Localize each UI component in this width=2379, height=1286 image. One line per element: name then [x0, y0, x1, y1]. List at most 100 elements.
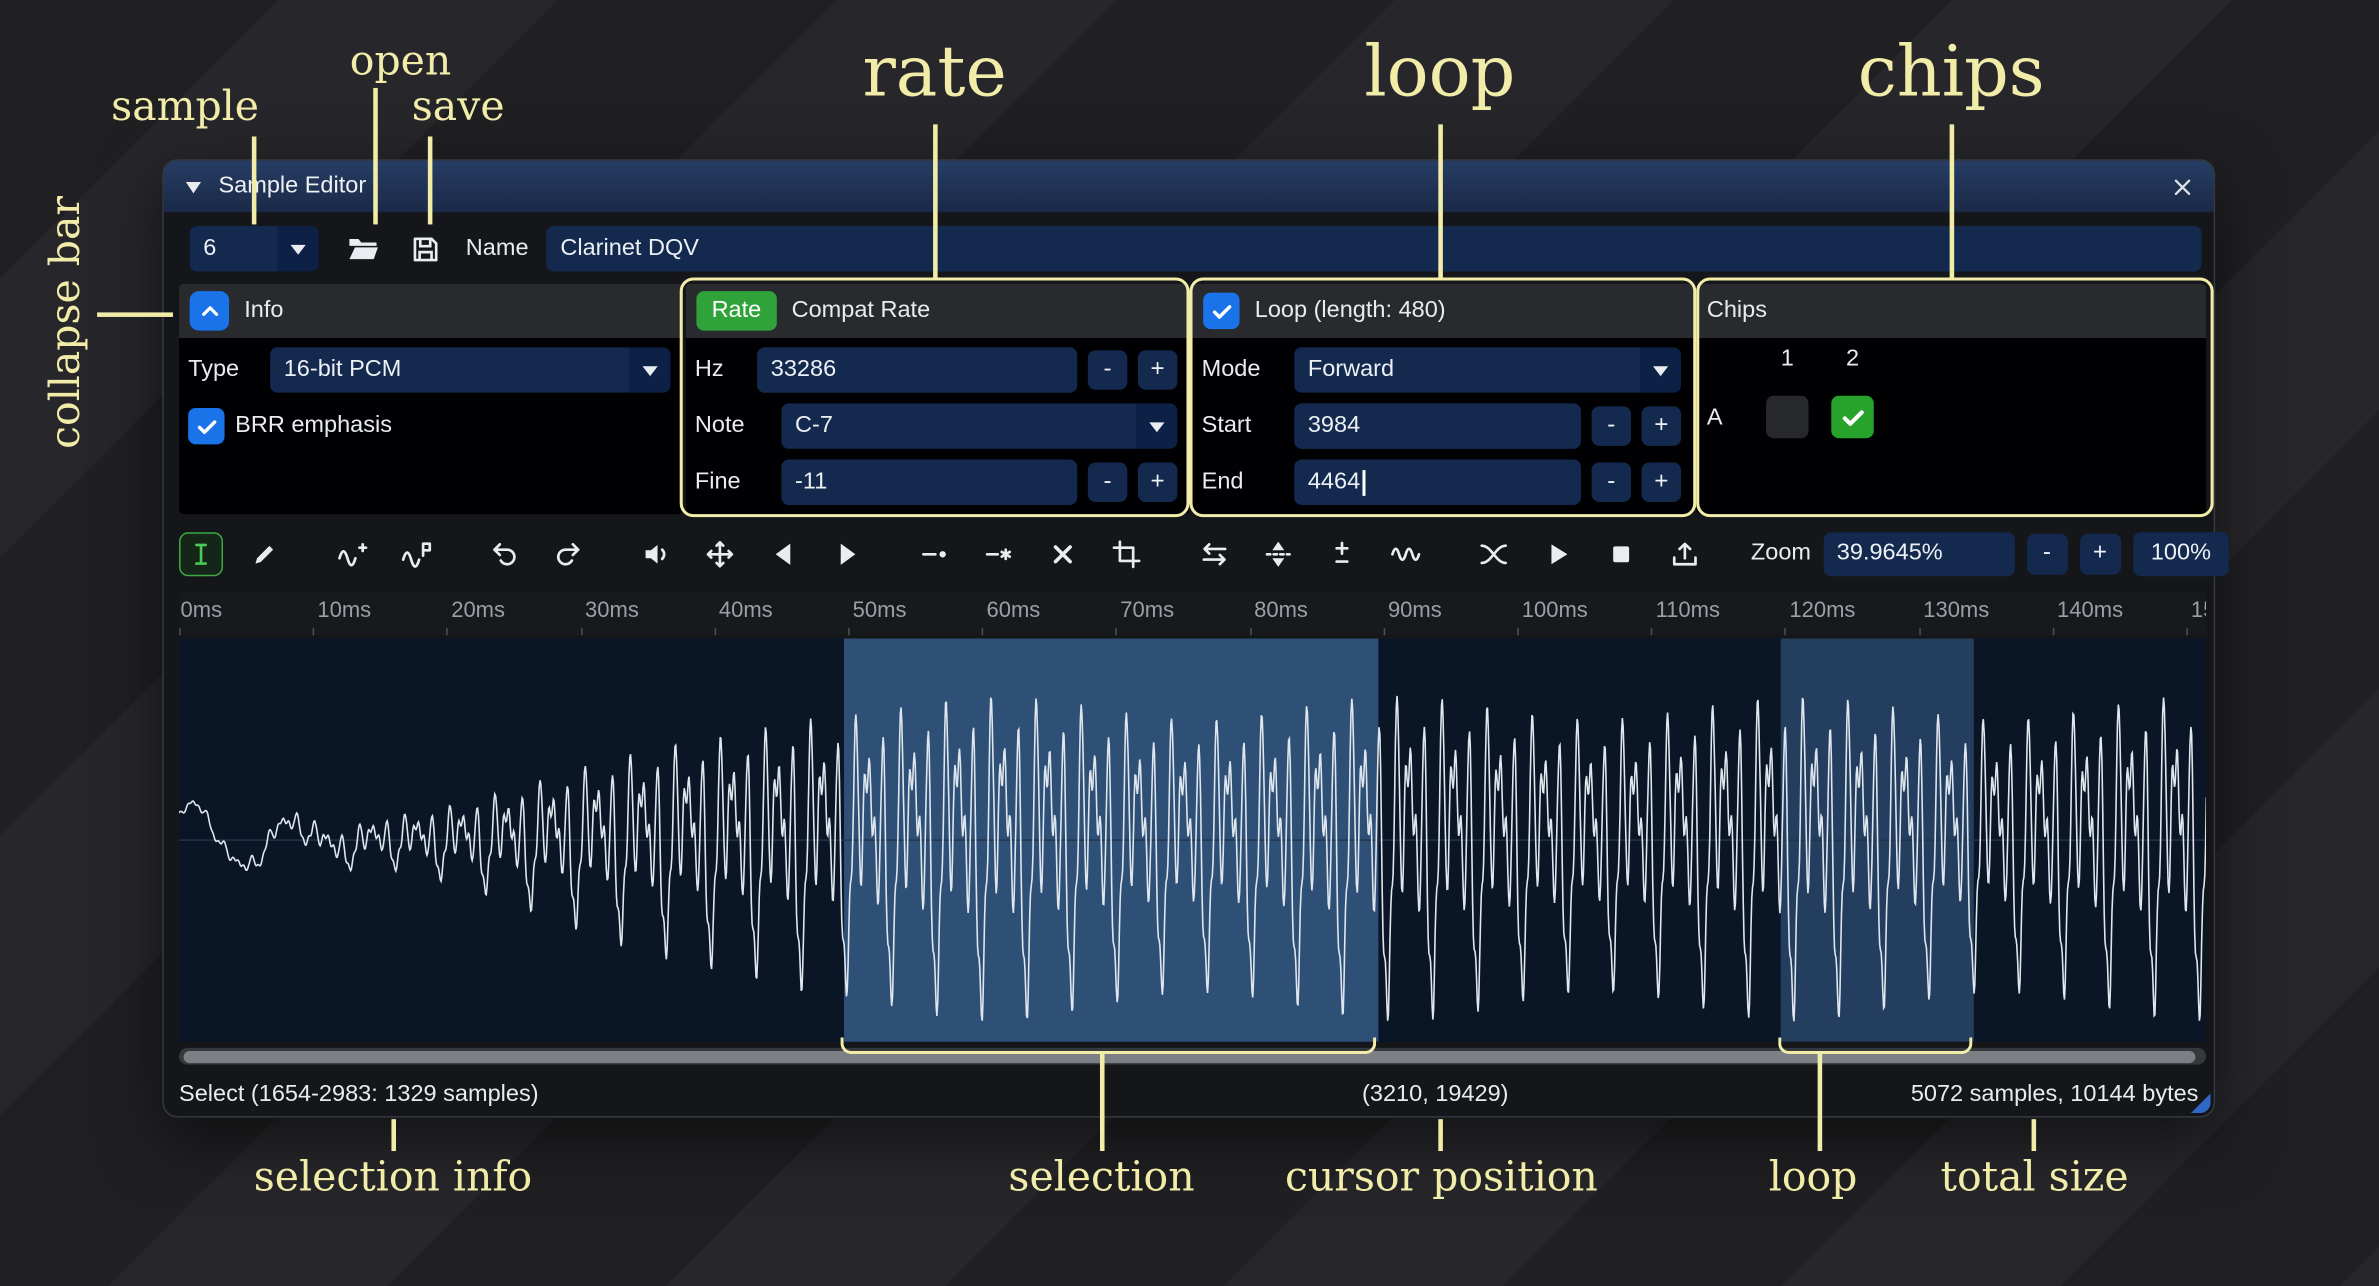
collapse-window-icon[interactable]: [184, 178, 204, 195]
swap-arrows-icon: [1199, 538, 1231, 570]
normalize-button[interactable]: [698, 532, 742, 576]
waveform-scrollbar[interactable]: [179, 1048, 2206, 1065]
annotation-chips-label: chips: [1858, 30, 2045, 112]
type-select-arrow[interactable]: [630, 347, 671, 392]
loop-end-decrement-button[interactable]: -: [1592, 463, 1631, 502]
scrollbar-handle[interactable]: [184, 1050, 2196, 1062]
loop-end-input[interactable]: 4464: [1294, 460, 1581, 505]
undo-icon: [489, 538, 521, 570]
loop-enable-checkbox[interactable]: [1203, 293, 1239, 329]
select-tool-button[interactable]: [179, 532, 223, 576]
close-button[interactable]: [2171, 175, 2194, 198]
ruler-label: 20ms: [451, 599, 505, 623]
draw-tool-button[interactable]: [243, 532, 287, 576]
chip-column-label: 1: [1766, 346, 1808, 373]
annotation-selection-info-label: selection info: [254, 1154, 533, 1201]
time-ruler[interactable]: 0ms10ms20ms30ms40ms50ms60ms70ms80ms90ms1…: [179, 593, 2206, 635]
loop-end-value: 4464: [1308, 469, 1360, 496]
trim-button[interactable]: [1105, 532, 1149, 576]
brr-emphasis-checkbox[interactable]: [188, 408, 224, 444]
insert-silence-button[interactable]: [913, 532, 957, 576]
ruler-tick: [2052, 628, 2054, 636]
crossfade-button[interactable]: [1472, 532, 1516, 576]
collapse-info-button[interactable]: [190, 291, 229, 330]
zoom-reset-button[interactable]: 100%: [2133, 532, 2230, 576]
reverse-button[interactable]: [1193, 532, 1237, 576]
x-icon: [1047, 538, 1079, 570]
annotation-collapse-bar-label: collapse bar: [42, 196, 89, 449]
note-select-arrow[interactable]: [1136, 403, 1177, 448]
hz-increment-button[interactable]: +: [1138, 350, 1177, 389]
resample-button[interactable]: [394, 532, 438, 576]
titlebar[interactable]: Sample Editor: [164, 161, 2214, 213]
fine-increment-button[interactable]: +: [1138, 463, 1177, 502]
undo-button[interactable]: [482, 532, 526, 576]
hz-decrement-button[interactable]: -: [1088, 350, 1127, 389]
ruler-tick: [1383, 628, 1385, 636]
loop-mode-select[interactable]: Forward: [1294, 347, 1681, 392]
open-folder-icon: [345, 232, 378, 265]
upload-icon: [1669, 538, 1701, 570]
loop-mode-value: Forward: [1294, 347, 1640, 392]
chips-panel: Chips 12A: [1696, 284, 2206, 515]
sample-select[interactable]: 6: [190, 226, 319, 271]
redo-button[interactable]: [546, 532, 590, 576]
fine-decrement-button[interactable]: -: [1088, 463, 1127, 502]
annotation-loop-line: [1438, 124, 1442, 277]
resize-button[interactable]: [331, 532, 375, 576]
hz-label: Hz: [695, 356, 747, 383]
filter-button[interactable]: [1384, 532, 1428, 576]
loop-start-increment-button[interactable]: +: [1642, 406, 1681, 445]
sample-editor-window: Sample Editor 6: [162, 159, 2215, 1117]
open-button[interactable]: [340, 227, 384, 271]
resize-grip[interactable]: [2191, 1093, 2211, 1113]
zoom-in-button[interactable]: +: [2080, 533, 2121, 574]
hz-input[interactable]: 33286: [757, 347, 1077, 392]
note-select[interactable]: C-7: [781, 403, 1177, 448]
loop-start-input[interactable]: 3984: [1294, 403, 1581, 448]
chip-checkbox[interactable]: [1831, 396, 1873, 438]
make-wavetable-button[interactable]: [1663, 532, 1707, 576]
loop-end-label: End: [1202, 469, 1284, 496]
loop-end-increment-button[interactable]: +: [1642, 463, 1681, 502]
annotation-loop-bottom-label: loop: [1769, 1154, 1858, 1201]
info-panel-title: Info: [244, 297, 283, 324]
loop-mode-arrow[interactable]: [1640, 347, 1681, 392]
triangle-right-icon: [831, 538, 863, 570]
waveform-display[interactable]: [179, 638, 2206, 1041]
loop-start-decrement-button[interactable]: -: [1592, 406, 1631, 445]
fade-in-button[interactable]: [762, 532, 806, 576]
apply-silence-button[interactable]: [977, 532, 1021, 576]
stop-preview-button[interactable]: [1599, 532, 1643, 576]
check-icon: [193, 413, 219, 439]
panel-strip: Info Type 16-bit PCM: [179, 284, 2206, 515]
annotation-cursor-position-label: cursor position: [1285, 1154, 1598, 1201]
type-value: 16-bit PCM: [270, 347, 630, 392]
annotation-total-size-label: total size: [1941, 1154, 2129, 1201]
ruler-tick: [313, 628, 315, 636]
amplify-button[interactable]: [634, 532, 678, 576]
rate-toggle-button[interactable]: Rate: [696, 291, 776, 330]
annotation-open-label: open: [350, 38, 452, 85]
zoom-label: Zoom: [1751, 540, 1811, 567]
ruler-tick: [714, 628, 716, 636]
save-button[interactable]: [404, 227, 448, 271]
type-select[interactable]: 16-bit PCM: [270, 347, 671, 392]
chip-checkbox[interactable]: [1766, 396, 1808, 438]
zoom-value-field[interactable]: 39.9645%: [1823, 532, 2014, 576]
zoom-out-button[interactable]: -: [2026, 533, 2067, 574]
zoom-controls: Zoom 39.9645% - + 100%: [1751, 532, 2229, 576]
sample-select-arrow[interactable]: [278, 226, 319, 271]
ruler-tick: [1116, 628, 1118, 636]
plus-minus-icon: [1326, 538, 1358, 570]
invert-button[interactable]: [1256, 532, 1300, 576]
sign-invert-button[interactable]: [1320, 532, 1364, 576]
filter-wave-icon: [1390, 538, 1422, 570]
delete-button[interactable]: [1041, 532, 1085, 576]
rate-panel: Rate Compat Rate Hz 33286 - + Note C-7: [686, 284, 1190, 515]
preview-button[interactable]: [1535, 532, 1579, 576]
fine-input[interactable]: -11: [781, 460, 1077, 505]
fade-out-button[interactable]: [825, 532, 869, 576]
note-label: Note: [695, 412, 771, 439]
annotation-selection-info-line: [391, 1119, 395, 1151]
